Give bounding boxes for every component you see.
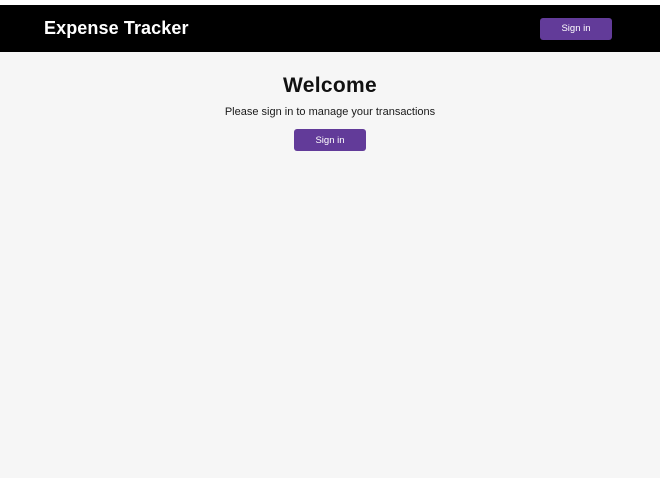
- welcome-title: Welcome: [283, 74, 377, 97]
- app-title: Expense Tracker: [44, 18, 189, 38]
- welcome-subtitle: Please sign in to manage your transactio…: [224, 106, 436, 118]
- page: Expense Tracker Sign in Welcome Please s…: [0, 5, 660, 478]
- navbar: Expense Tracker Sign in: [0, 5, 660, 52]
- header-sign-in-button[interactable]: Sign in: [540, 17, 612, 40]
- welcome-section: Welcome Please sign in to manage your tr…: [0, 52, 660, 151]
- sign-in-button[interactable]: Sign in: [294, 129, 366, 151]
